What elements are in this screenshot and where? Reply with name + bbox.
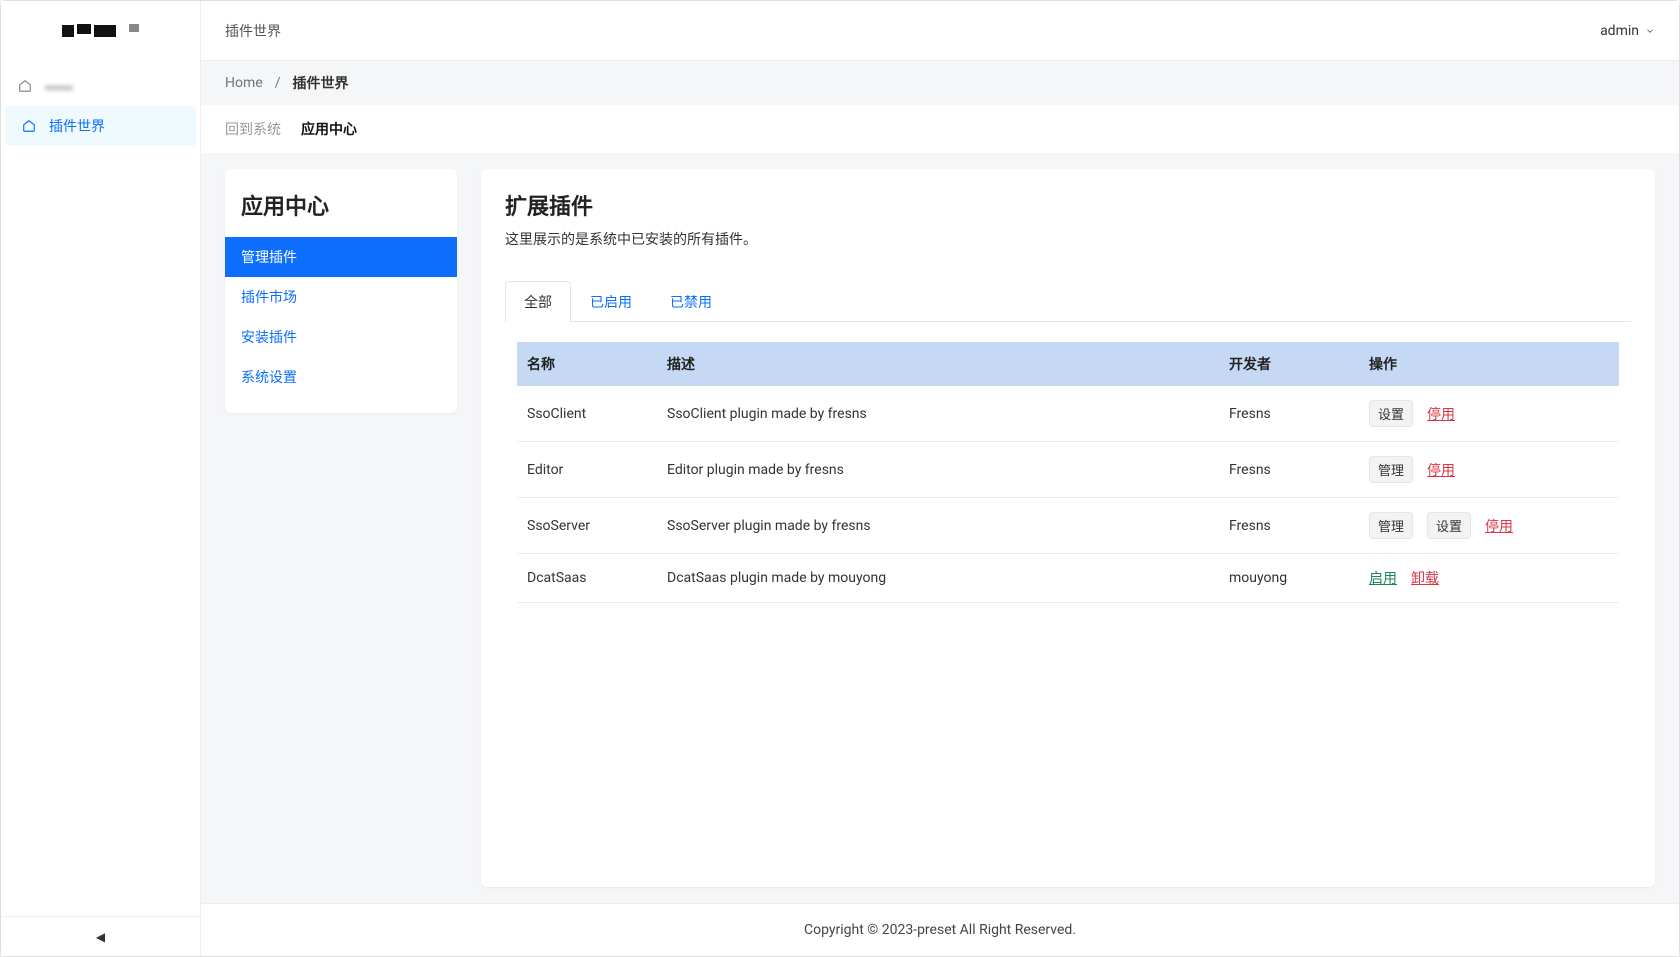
cell-desc: SsoClient plugin made by fresns xyxy=(657,386,1219,442)
manage-button[interactable]: 管理 xyxy=(1369,456,1413,483)
sidebar-collapse-button[interactable]: ◀ xyxy=(1,916,200,956)
aside-item-plugin-market[interactable]: 插件市场 xyxy=(225,277,457,317)
cell-name: SsoServer xyxy=(517,498,657,554)
table-row: SsoClientSsoClient plugin made by fresns… xyxy=(517,386,1619,442)
aside-menu: 应用中心 管理插件 插件市场 安装插件 系统设置 xyxy=(225,169,457,413)
enable-link[interactable]: 启用 xyxy=(1369,568,1397,588)
sidebar-item-label-home: ▬▬ xyxy=(45,77,73,94)
cell-desc: SsoServer plugin made by fresns xyxy=(657,498,1219,554)
cell-actions: 管理停用 xyxy=(1359,442,1619,498)
user-menu[interactable]: admin xyxy=(1600,23,1655,39)
caret-left-icon: ◀ xyxy=(96,930,105,944)
main-panel: 扩展插件 这里展示的是系统中已安装的所有插件。 全部 已启用 已禁用 名称 描述 xyxy=(481,169,1655,887)
cell-desc: DcatSaas plugin made by mouyong xyxy=(657,554,1219,603)
cell-name: Editor xyxy=(517,442,657,498)
cell-name: DcatSaas xyxy=(517,554,657,603)
subnav-current: 应用中心 xyxy=(301,119,357,139)
aside-title: 应用中心 xyxy=(225,185,457,237)
chevron-down-icon xyxy=(1645,26,1655,36)
cell-developer: Fresns xyxy=(1219,442,1359,498)
page-header-title: 插件世界 xyxy=(225,21,281,41)
home-icon xyxy=(17,79,33,93)
aside-item-manage-plugins[interactable]: 管理插件 xyxy=(225,237,457,277)
cell-developer: Fresns xyxy=(1219,386,1359,442)
sub-navigation: 回到系统 应用中心 xyxy=(201,105,1679,153)
cell-desc: Editor plugin made by fresns xyxy=(657,442,1219,498)
breadcrumb-home[interactable]: Home xyxy=(225,75,263,91)
cell-actions: 管理设置停用 xyxy=(1359,498,1619,554)
user-name: admin xyxy=(1600,23,1639,39)
panel-title: 扩展插件 xyxy=(505,189,1631,221)
cell-developer: Fresns xyxy=(1219,498,1359,554)
left-sidebar: ▬▬ 插件世界 ◀ xyxy=(1,1,201,956)
cell-actions: 启用卸载 xyxy=(1359,554,1619,603)
settings-button[interactable]: 设置 xyxy=(1369,400,1413,427)
disable-link[interactable]: 停用 xyxy=(1427,404,1455,424)
breadcrumb-separator: / xyxy=(275,75,281,91)
filter-tabs: 全部 已启用 已禁用 xyxy=(505,281,1631,322)
settings-button[interactable]: 设置 xyxy=(1427,512,1471,539)
cell-name: SsoClient xyxy=(517,386,657,442)
tab-all[interactable]: 全部 xyxy=(505,281,571,322)
col-name: 名称 xyxy=(517,342,657,386)
back-to-system-link[interactable]: 回到系统 xyxy=(225,119,281,139)
top-header: 插件世界 admin xyxy=(201,1,1679,61)
manage-button[interactable]: 管理 xyxy=(1369,512,1413,539)
tab-disabled[interactable]: 已禁用 xyxy=(651,281,731,322)
cell-developer: mouyong xyxy=(1219,554,1359,603)
col-desc: 描述 xyxy=(657,342,1219,386)
footer: Copyright © 2023-preset All Right Reserv… xyxy=(201,903,1679,956)
sidebar-item-plugin-world[interactable]: 插件世界 xyxy=(5,106,196,146)
tab-enabled[interactable]: 已启用 xyxy=(571,281,651,322)
disable-link[interactable]: 停用 xyxy=(1427,460,1455,480)
breadcrumb: Home / 插件世界 xyxy=(201,61,1679,105)
plugins-table: 名称 描述 开发者 操作 SsoClientSsoClient plugin m… xyxy=(517,342,1619,603)
aside-item-install-plugin[interactable]: 安装插件 xyxy=(225,317,457,357)
cell-actions: 设置停用 xyxy=(1359,386,1619,442)
sidebar-item-label-plugin: 插件世界 xyxy=(49,116,105,136)
table-row: SsoServerSsoServer plugin made by fresns… xyxy=(517,498,1619,554)
col-developer: 开发者 xyxy=(1219,342,1359,386)
table-row: DcatSaasDcatSaas plugin made by mouyongm… xyxy=(517,554,1619,603)
col-actions: 操作 xyxy=(1359,342,1619,386)
logo xyxy=(1,1,200,61)
aside-item-system-settings[interactable]: 系统设置 xyxy=(225,357,457,397)
sidebar-item-home[interactable]: ▬▬ xyxy=(1,67,200,104)
table-row: EditorEditor plugin made by fresnsFresns… xyxy=(517,442,1619,498)
uninstall-link[interactable]: 卸载 xyxy=(1411,568,1439,588)
breadcrumb-current: 插件世界 xyxy=(292,73,348,93)
sidebar-nav: ▬▬ 插件世界 xyxy=(1,61,200,148)
panel-description: 这里展示的是系统中已安装的所有插件。 xyxy=(505,229,1631,249)
home-icon xyxy=(21,119,37,133)
disable-link[interactable]: 停用 xyxy=(1485,516,1513,536)
